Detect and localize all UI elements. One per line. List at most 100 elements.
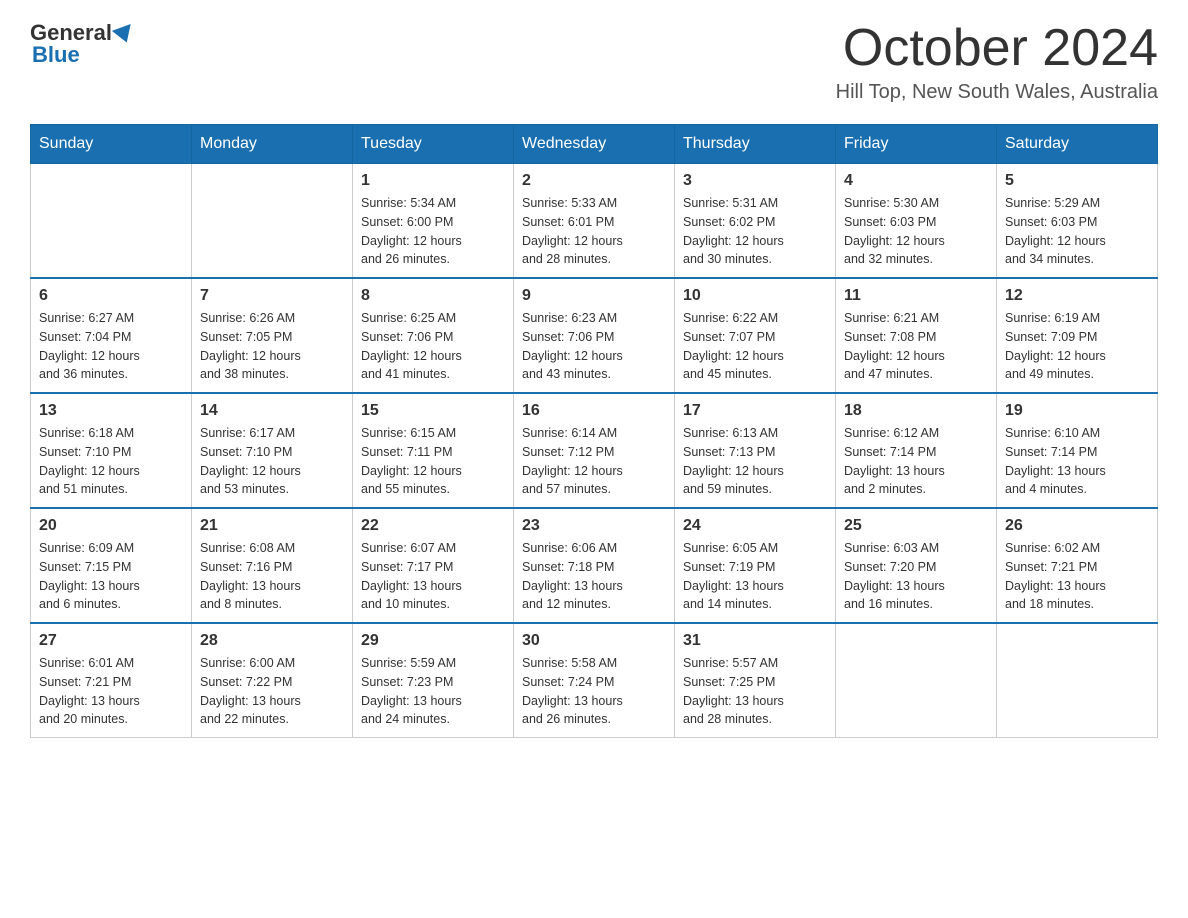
day-info: Sunrise: 6:00 AM Sunset: 7:22 PM Dayligh… (200, 654, 344, 729)
day-info: Sunrise: 6:13 AM Sunset: 7:13 PM Dayligh… (683, 424, 827, 499)
day-number: 7 (200, 287, 344, 305)
calendar-cell: 2Sunrise: 5:33 AM Sunset: 6:01 PM Daylig… (514, 164, 675, 279)
calendar-cell: 15Sunrise: 6:15 AM Sunset: 7:11 PM Dayli… (353, 393, 514, 508)
day-info: Sunrise: 5:34 AM Sunset: 6:00 PM Dayligh… (361, 194, 505, 269)
calendar-weekday-header: Tuesday (353, 125, 514, 164)
day-number: 6 (39, 287, 183, 305)
calendar-cell: 17 Sunrise: 6:13 AM Sunset: 7:13 PM Dayli… (675, 393, 836, 508)
day-info: Sunrise: 6:05 AM Sunset: 7:19 PM Dayligh… (683, 539, 827, 614)
day-number: 8 (361, 287, 505, 305)
day-info: Sunrise: 6:12 AM Sunset: 7:14 PM Dayligh… (844, 424, 988, 499)
day-number: 19 (1005, 402, 1149, 420)
calendar-cell: 10 Sunrise: 6:22 AM Sunset: 7:07 PM Dayli… (675, 278, 836, 393)
day-number: 13 (39, 402, 183, 420)
day-info: Sunrise: 6:10 AM Sunset: 7:14 PM Dayligh… (1005, 424, 1149, 499)
day-number: 27 (39, 632, 183, 650)
title-area: October 2024 Hill Top, New South Wales, … (836, 20, 1158, 104)
calendar-cell: 13 Sunrise: 6:18 AM Sunset: 7:10 PM Dayli… (31, 393, 192, 508)
calendar-weekday-header: Wednesday (514, 125, 675, 164)
day-number: 28 (200, 632, 344, 650)
calendar-cell: 24 Sunrise: 6:05 AM Sunset: 7:19 PM Dayli… (675, 508, 836, 623)
day-info: Sunrise: 5:59 AM Sunset: 7:23 PM Dayligh… (361, 654, 505, 729)
calendar-cell: 28 Sunrise: 6:00 AM Sunset: 7:22 PM Dayli… (192, 623, 353, 738)
day-info: Sunrise: 6:09 AM Sunset: 7:15 PM Dayligh… (39, 539, 183, 614)
calendar-weekday-header: Sunday (31, 125, 192, 164)
day-info: Sunrise: 6:15 AM Sunset: 7:11 PM Dayligh… (361, 424, 505, 499)
calendar-cell: 21 Sunrise: 6:08 AM Sunset: 7:16 PM Dayli… (192, 508, 353, 623)
day-number: 23 (522, 517, 666, 535)
day-info: Sunrise: 5:33 AM Sunset: 6:01 PM Dayligh… (522, 194, 666, 269)
day-info: Sunrise: 5:57 AM Sunset: 7:25 PM Dayligh… (683, 654, 827, 729)
calendar-weekday-header: Thursday (675, 125, 836, 164)
calendar-weekday-header: Friday (836, 125, 997, 164)
day-info: Sunrise: 6:02 AM Sunset: 7:21 PM Dayligh… (1005, 539, 1149, 614)
day-info: Sunrise: 6:17 AM Sunset: 7:10 PM Dayligh… (200, 424, 344, 499)
calendar-cell: 23 Sunrise: 6:06 AM Sunset: 7:18 PM Dayli… (514, 508, 675, 623)
calendar-cell: 7Sunrise: 6:26 AM Sunset: 7:05 PM Daylig… (192, 278, 353, 393)
calendar-cell: 30 Sunrise: 5:58 AM Sunset: 7:24 PM Dayli… (514, 623, 675, 738)
day-number: 12 (1005, 287, 1149, 305)
calendar-cell: 9 Sunrise: 6:23 AM Sunset: 7:06 PM Daylig… (514, 278, 675, 393)
calendar-cell (192, 164, 353, 279)
day-number: 4 (844, 172, 988, 190)
day-info: Sunrise: 6:06 AM Sunset: 7:18 PM Dayligh… (522, 539, 666, 614)
day-number: 14 (200, 402, 344, 420)
day-info: Sunrise: 6:07 AM Sunset: 7:17 PM Dayligh… (361, 539, 505, 614)
day-number: 24 (683, 517, 827, 535)
day-number: 17 (683, 402, 827, 420)
logo-blue-text: Blue (30, 42, 80, 68)
day-number: 10 (683, 287, 827, 305)
logo: General Blue (30, 20, 134, 68)
day-info: Sunrise: 6:03 AM Sunset: 7:20 PM Dayligh… (844, 539, 988, 614)
calendar-cell: 12Sunrise: 6:19 AM Sunset: 7:09 PM Dayli… (997, 278, 1158, 393)
day-number: 20 (39, 517, 183, 535)
calendar-cell: 19 Sunrise: 6:10 AM Sunset: 7:14 PM Dayli… (997, 393, 1158, 508)
calendar-cell: 27 Sunrise: 6:01 AM Sunset: 7:21 PM Dayli… (31, 623, 192, 738)
calendar-cell (31, 164, 192, 279)
calendar-cell: 14 Sunrise: 6:17 AM Sunset: 7:10 PM Dayli… (192, 393, 353, 508)
logo-triangle-icon (112, 24, 136, 46)
page-header: General Blue October 2024 Hill Top, New … (30, 20, 1158, 104)
calendar-cell: 5Sunrise: 5:29 AM Sunset: 6:03 PM Daylig… (997, 164, 1158, 279)
day-info: Sunrise: 6:08 AM Sunset: 7:16 PM Dayligh… (200, 539, 344, 614)
day-number: 31 (683, 632, 827, 650)
day-info: Sunrise: 6:01 AM Sunset: 7:21 PM Dayligh… (39, 654, 183, 729)
day-number: 18 (844, 402, 988, 420)
day-number: 30 (522, 632, 666, 650)
calendar-cell: 6 Sunrise: 6:27 AM Sunset: 7:04 PM Daylig… (31, 278, 192, 393)
day-number: 21 (200, 517, 344, 535)
calendar-week-row: 1Sunrise: 5:34 AM Sunset: 6:00 PM Daylig… (31, 164, 1158, 279)
day-info: Sunrise: 6:27 AM Sunset: 7:04 PM Dayligh… (39, 309, 183, 384)
calendar-cell: 26Sunrise: 6:02 AM Sunset: 7:21 PM Dayli… (997, 508, 1158, 623)
calendar-cell (997, 623, 1158, 738)
calendar-cell: 16 Sunrise: 6:14 AM Sunset: 7:12 PM Dayli… (514, 393, 675, 508)
day-info: Sunrise: 6:25 AM Sunset: 7:06 PM Dayligh… (361, 309, 505, 384)
calendar-cell (836, 623, 997, 738)
day-number: 9 (522, 287, 666, 305)
calendar-cell: 31 Sunrise: 5:57 AM Sunset: 7:25 PM Dayli… (675, 623, 836, 738)
calendar-cell: 18 Sunrise: 6:12 AM Sunset: 7:14 PM Dayli… (836, 393, 997, 508)
calendar-weekday-header: Monday (192, 125, 353, 164)
day-info: Sunrise: 6:21 AM Sunset: 7:08 PM Dayligh… (844, 309, 988, 384)
calendar-table: SundayMondayTuesdayWednesdayThursdayFrid… (30, 124, 1158, 738)
calendar-week-row: 20 Sunrise: 6:09 AM Sunset: 7:15 PM Dayli… (31, 508, 1158, 623)
month-title: October 2024 (836, 20, 1158, 77)
day-info: Sunrise: 5:30 AM Sunset: 6:03 PM Dayligh… (844, 194, 988, 269)
day-info: Sunrise: 6:22 AM Sunset: 7:07 PM Dayligh… (683, 309, 827, 384)
day-info: Sunrise: 6:18 AM Sunset: 7:10 PM Dayligh… (39, 424, 183, 499)
day-number: 16 (522, 402, 666, 420)
calendar-header-row: SundayMondayTuesdayWednesdayThursdayFrid… (31, 125, 1158, 164)
day-info: Sunrise: 5:31 AM Sunset: 6:02 PM Dayligh… (683, 194, 827, 269)
day-info: Sunrise: 6:14 AM Sunset: 7:12 PM Dayligh… (522, 424, 666, 499)
calendar-cell: 25Sunrise: 6:03 AM Sunset: 7:20 PM Dayli… (836, 508, 997, 623)
calendar-cell: 29 Sunrise: 5:59 AM Sunset: 7:23 PM Dayli… (353, 623, 514, 738)
location-subtitle: Hill Top, New South Wales, Australia (836, 81, 1158, 104)
calendar-cell: 20 Sunrise: 6:09 AM Sunset: 7:15 PM Dayli… (31, 508, 192, 623)
day-number: 5 (1005, 172, 1149, 190)
day-number: 29 (361, 632, 505, 650)
calendar-cell: 1Sunrise: 5:34 AM Sunset: 6:00 PM Daylig… (353, 164, 514, 279)
calendar-cell: 22Sunrise: 6:07 AM Sunset: 7:17 PM Dayli… (353, 508, 514, 623)
calendar-week-row: 6 Sunrise: 6:27 AM Sunset: 7:04 PM Daylig… (31, 278, 1158, 393)
day-info: Sunrise: 6:23 AM Sunset: 7:06 PM Dayligh… (522, 309, 666, 384)
day-info: Sunrise: 5:58 AM Sunset: 7:24 PM Dayligh… (522, 654, 666, 729)
